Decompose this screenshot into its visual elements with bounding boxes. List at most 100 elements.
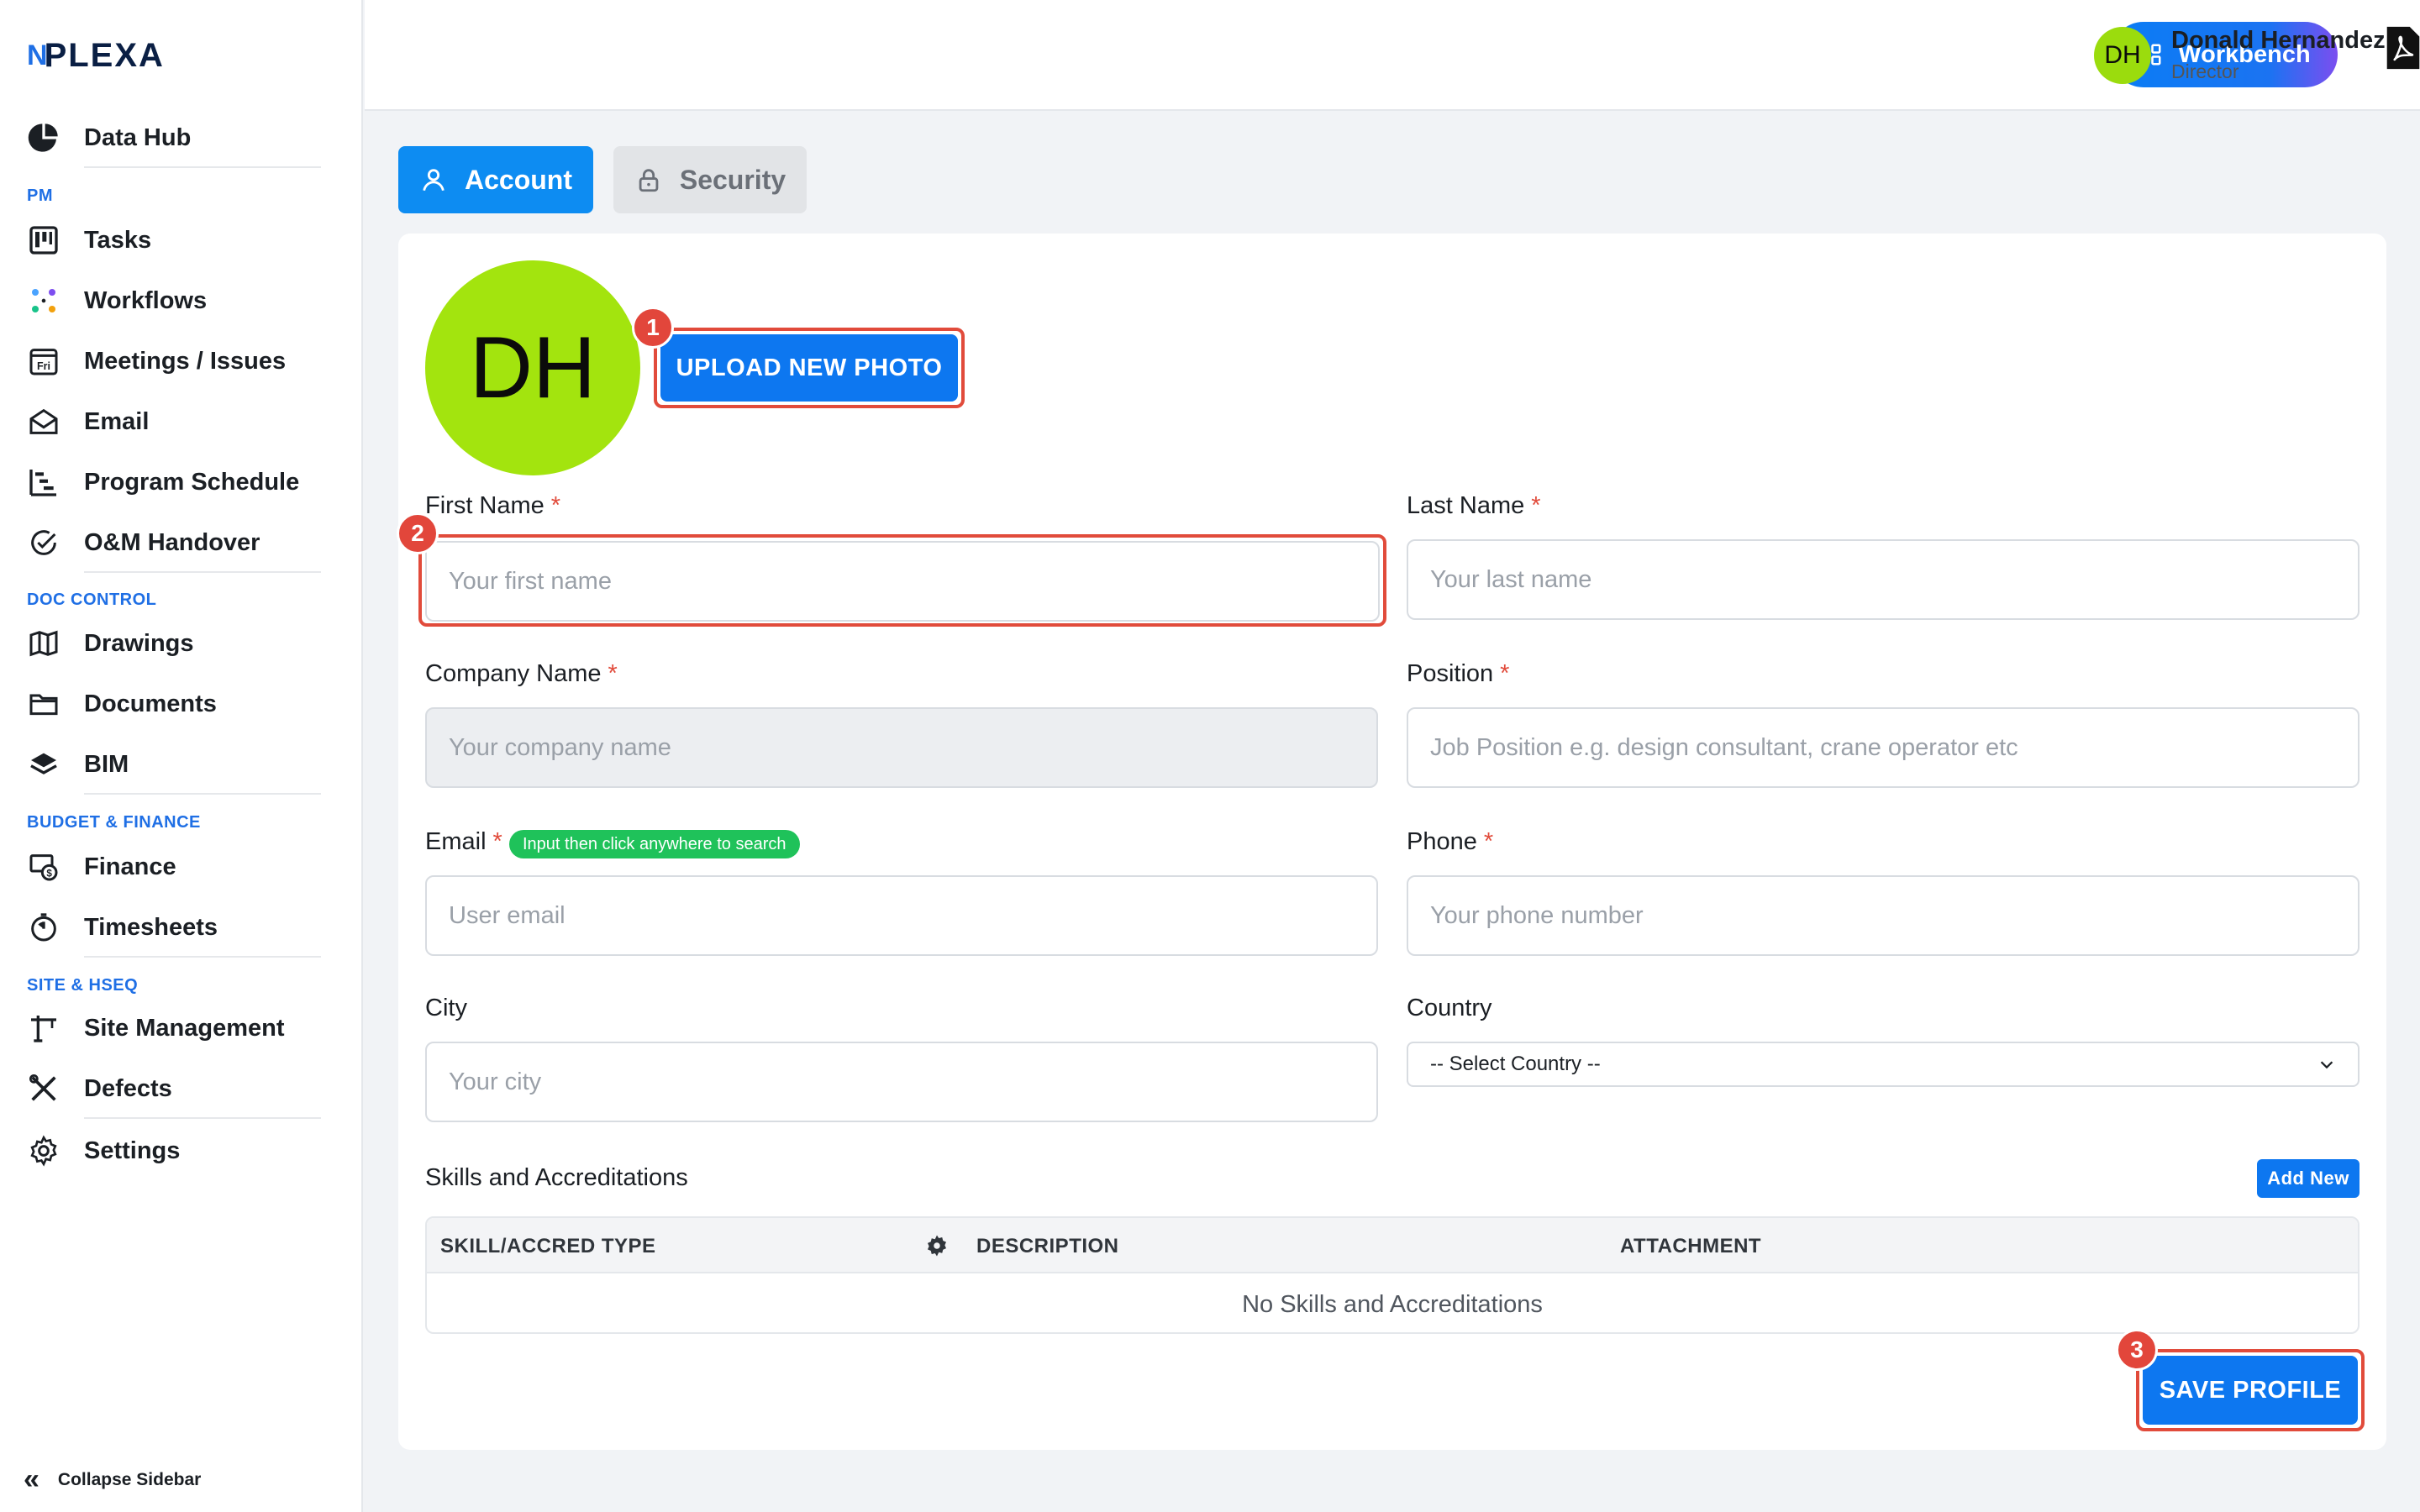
check-circle-icon	[25, 524, 62, 561]
section-site-hseq: SITE & HSEQ	[27, 976, 139, 995]
email-label-text: Email	[425, 828, 487, 855]
logo-mark: N	[27, 39, 47, 71]
sidebar-item-email[interactable]: Email	[25, 400, 149, 444]
company-name-label: Company Name *	[425, 660, 618, 688]
column-header-skill-type[interactable]: SKILL/ACCRED TYPE	[440, 1235, 656, 1258]
chevron-down-icon	[2320, 1061, 2333, 1069]
sidebar-item-program-schedule[interactable]: Program Schedule	[25, 460, 299, 504]
sidebar-item-bim[interactable]: BIM	[25, 743, 129, 786]
sidebar-item-documents[interactable]: Documents	[25, 682, 217, 726]
folder-icon	[25, 685, 62, 722]
section-doc-control: DOC CONTROL	[27, 591, 157, 609]
sidebar-item-data-hub[interactable]: Data Hub	[25, 116, 191, 160]
divider	[84, 166, 321, 168]
divider	[84, 793, 321, 795]
skills-table: SKILL/ACCRED TYPE DESCRIPTION ATTACHMENT…	[425, 1216, 2360, 1334]
city-label: City	[425, 995, 467, 1021]
layers-icon	[25, 746, 62, 783]
country-select[interactable]: -- Select Country --	[1407, 1042, 2360, 1087]
divider	[84, 1117, 321, 1119]
required-mark: *	[1483, 828, 1494, 855]
section-pm: PM	[27, 186, 53, 205]
city-input[interactable]	[425, 1042, 1378, 1122]
sidebar-item-label: O&M Handover	[84, 528, 260, 556]
upload-photo-button[interactable]: UPLOAD NEW PHOTO	[660, 334, 958, 402]
required-mark: *	[492, 828, 502, 855]
tab-security[interactable]: Security	[613, 146, 807, 213]
table-header: SKILL/ACCRED TYPE DESCRIPTION ATTACHMENT	[427, 1218, 2358, 1273]
first-name-label: First Name *	[425, 492, 560, 520]
annotation-marker-3: 3	[2116, 1329, 2158, 1371]
sidebar-item-label: Meetings / Issues	[84, 347, 287, 375]
user-icon	[423, 169, 445, 192]
workflow-icon	[25, 282, 62, 319]
sidebar-item-label: BIM	[84, 750, 129, 778]
sidebar-item-tasks[interactable]: Tasks	[25, 218, 151, 262]
email-label: Email *	[425, 828, 502, 856]
add-new-skill-button[interactable]: Add New	[2257, 1159, 2360, 1198]
calendar-day: Fri	[37, 360, 50, 372]
sidebar-item-om-handover[interactable]: O&M Handover	[25, 521, 260, 564]
sidebar-item-timesheets[interactable]: Timesheets	[25, 906, 218, 949]
sidebar-item-label: Email	[84, 407, 150, 435]
tab-account[interactable]: Account	[398, 146, 593, 213]
company-label-text: Company Name	[425, 660, 602, 687]
sidebar-item-workflows[interactable]: Workflows	[25, 279, 207, 323]
tab-label: Account	[465, 164, 572, 195]
sidebar: N PLEXA Data Hub PM Tasks Workflows Fri …	[0, 0, 363, 1512]
sidebar-item-label: Documents	[84, 690, 217, 717]
collapse-label: Collapse Sidebar	[57, 1469, 202, 1489]
tools-icon	[25, 1070, 62, 1107]
sidebar-item-defects[interactable]: Defects	[25, 1067, 172, 1110]
sidebar-item-finance[interactable]: $ Finance	[25, 845, 176, 889]
column-header-description[interactable]: DESCRIPTION	[976, 1235, 1119, 1258]
position-label-text: Position	[1407, 660, 1494, 687]
position-input[interactable]	[1407, 707, 2360, 788]
last-name-input[interactable]	[1407, 539, 2360, 620]
envelope-icon	[25, 403, 62, 440]
gantt-icon	[25, 464, 62, 501]
last-name-label-text: Last Name	[1407, 492, 1525, 519]
required-mark: *	[1500, 660, 1510, 687]
tab-label: Security	[679, 164, 786, 195]
sidebar-item-settings[interactable]: Settings	[25, 1129, 180, 1173]
sidebar-item-label: Tasks	[84, 226, 152, 254]
sidebar-item-label: Data Hub	[84, 123, 192, 151]
first-name-input[interactable]	[425, 541, 1380, 622]
table-empty-row: No Skills and Accreditations	[1242, 1290, 1543, 1318]
column-header-attachment[interactable]: ATTACHMENT	[1620, 1235, 1761, 1258]
sidebar-item-label: Site Management	[84, 1014, 285, 1042]
user-role: Director	[2171, 60, 2239, 82]
save-profile-button[interactable]: SAVE PROFILE	[2143, 1356, 2358, 1425]
sidebar-item-label: Workflows	[84, 286, 208, 314]
phone-input[interactable]	[1407, 875, 2360, 956]
divider	[84, 571, 321, 573]
sidebar-item-meetings-issues[interactable]: Fri Meetings / Issues	[25, 339, 286, 383]
country-selected-value: -- Select Country --	[1430, 1053, 1601, 1075]
finance-icon: $	[25, 848, 62, 885]
crane-icon	[25, 1010, 62, 1047]
logo-text: PLEXA	[44, 37, 165, 74]
lock-icon	[639, 169, 659, 192]
profile-avatar: DH	[425, 260, 640, 475]
stopwatch-icon	[25, 909, 62, 946]
collapse-sidebar-button[interactable]: « Collapse Sidebar	[24, 1463, 201, 1496]
divider	[84, 956, 321, 958]
pdf-icon[interactable]	[2385, 25, 2420, 71]
sidebar-item-drawings[interactable]: Drawings	[25, 622, 194, 665]
gear-icon[interactable]	[924, 1233, 950, 1258]
plexa-logo[interactable]: N PLEXA	[27, 37, 165, 75]
sidebar-item-label: Program Schedule	[84, 468, 300, 496]
map-icon	[25, 625, 62, 662]
required-mark: *	[550, 492, 561, 519]
first-name-label-text: First Name	[425, 492, 544, 519]
user-avatar[interactable]: DH	[2094, 27, 2151, 84]
email-input[interactable]	[425, 875, 1378, 956]
user-name[interactable]: Donald Hernandez	[2171, 27, 2386, 55]
sidebar-item-site-management[interactable]: Site Management	[25, 1006, 285, 1050]
skills-section-title: Skills and Accreditations	[425, 1164, 688, 1191]
company-name-input[interactable]	[425, 707, 1378, 788]
sidebar-item-label: Settings	[84, 1137, 181, 1164]
sidebar-item-label: Timesheets	[84, 913, 218, 941]
annotation-marker-1: 1	[632, 307, 674, 349]
